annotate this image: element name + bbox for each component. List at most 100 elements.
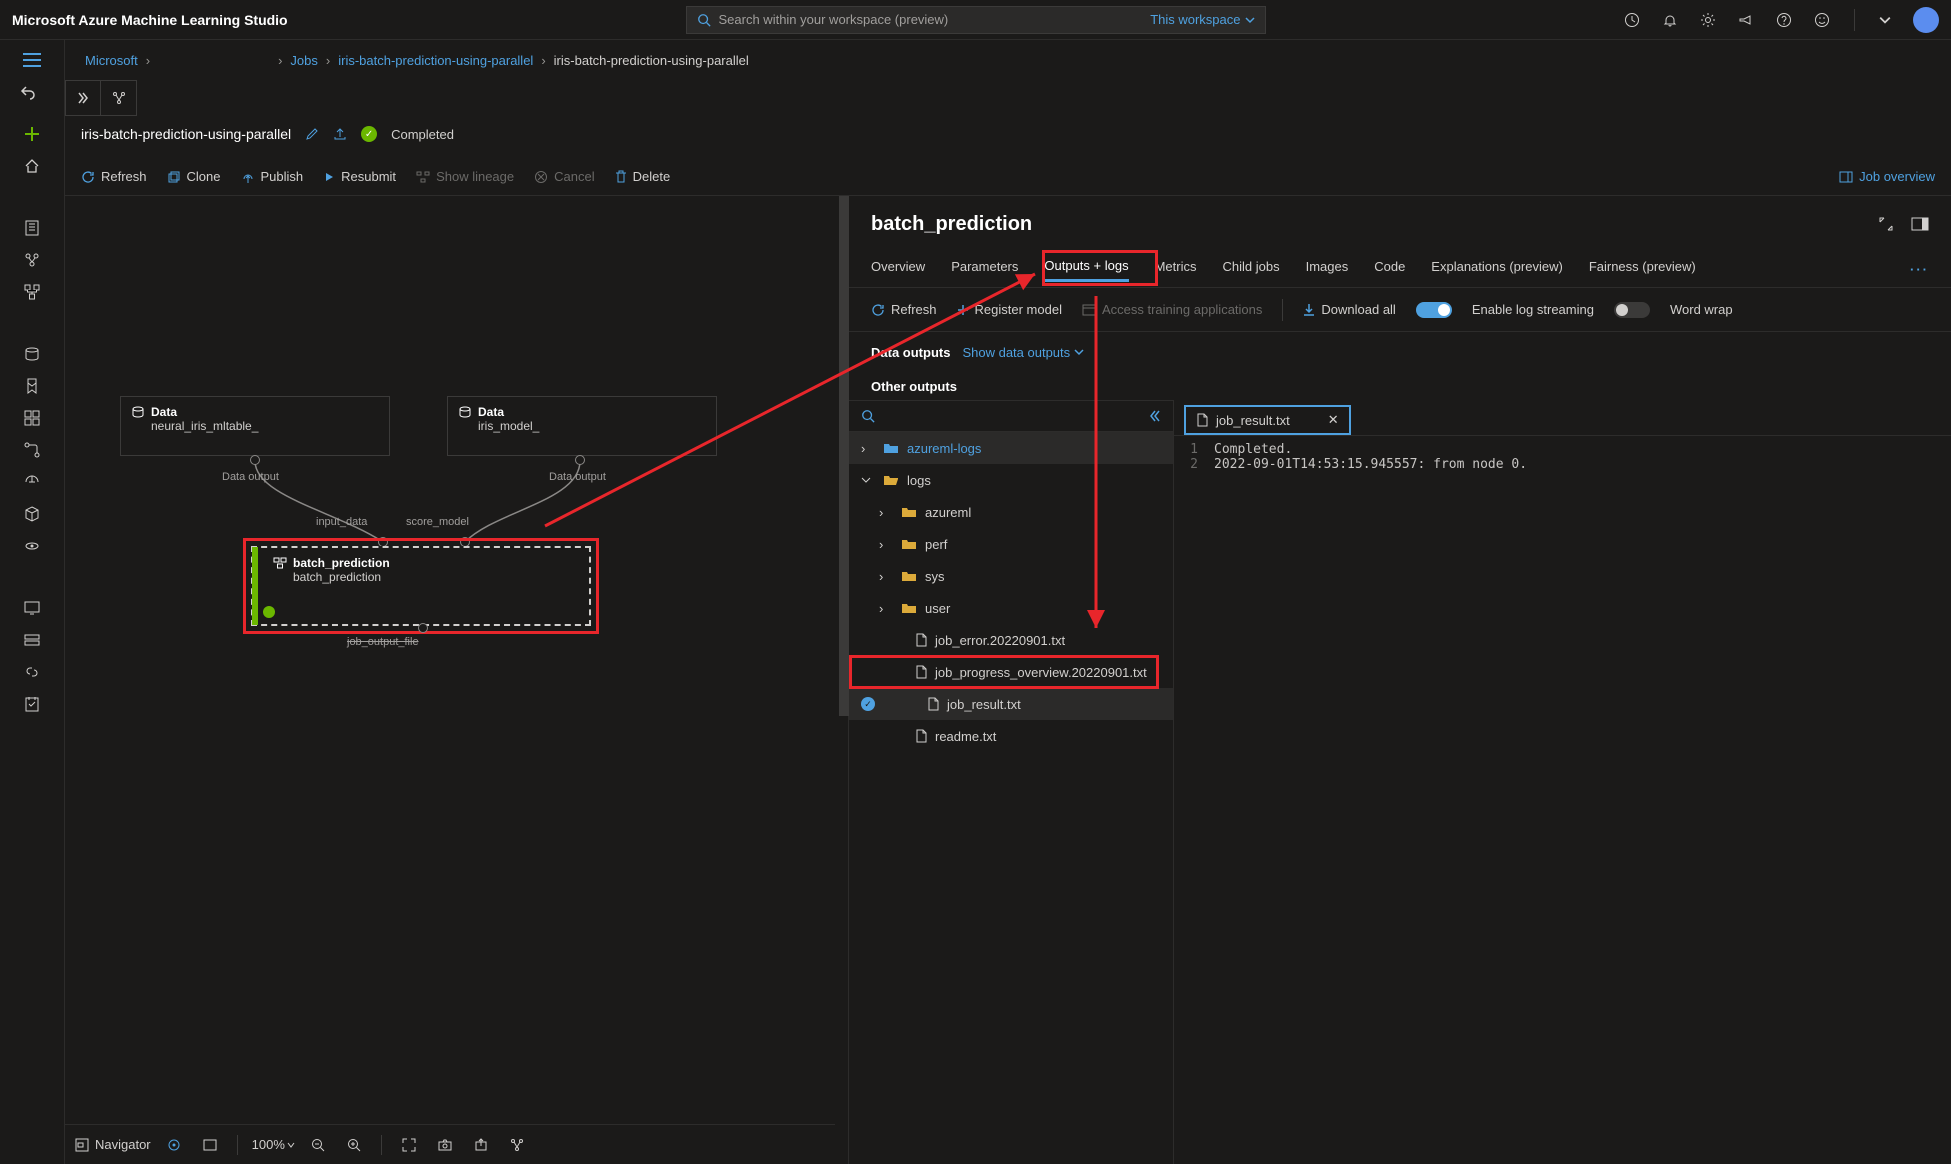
register-model-button[interactable]: Register model: [957, 302, 1062, 317]
compute-icon[interactable]: [0, 592, 65, 624]
tree-folder-azureml[interactable]: ›azureml: [849, 496, 1173, 528]
search-scope[interactable]: This workspace: [1150, 12, 1240, 27]
more-tabs-button[interactable]: ···: [1910, 262, 1929, 277]
folder-icon: [901, 506, 917, 518]
avatar[interactable]: [1913, 7, 1939, 33]
delete-button[interactable]: Delete: [615, 169, 671, 184]
job-header: iris-batch-prediction-using-parallel ✓ C…: [65, 116, 1951, 152]
publish-button[interactable]: Publish: [241, 169, 304, 184]
search-input[interactable]: Search within your workspace (preview) T…: [686, 6, 1266, 34]
automated-ml-icon[interactable]: [0, 244, 65, 276]
export-icon[interactable]: [468, 1132, 494, 1158]
node-subtitle: iris_model_: [478, 419, 706, 433]
chevron-down-icon[interactable]: [1879, 14, 1891, 26]
megaphone-icon[interactable]: [1738, 12, 1754, 28]
word-wrap-label: Word wrap: [1670, 302, 1733, 317]
models-icon[interactable]: [0, 498, 65, 530]
access-training-button[interactable]: Access training applications: [1082, 302, 1262, 317]
node-data-input[interactable]: Data neural_iris_mltable_: [120, 396, 390, 456]
expand-panel-button[interactable]: [65, 80, 101, 116]
output-port[interactable]: [418, 623, 428, 633]
environments-icon[interactable]: [0, 466, 65, 498]
actions-toolbar: Refresh Clone Publish Resubmit Show line…: [65, 158, 1951, 196]
output-port[interactable]: [250, 455, 260, 465]
datastores-icon[interactable]: [0, 624, 65, 656]
plus-icon[interactable]: [0, 118, 65, 150]
home-icon[interactable]: [0, 150, 65, 182]
undo-icon[interactable]: [0, 76, 65, 108]
zoom-in-icon[interactable]: [341, 1132, 367, 1158]
tree-folder-sys[interactable]: ›sys: [849, 560, 1173, 592]
pipeline-view-button[interactable]: [101, 80, 137, 116]
share-icon[interactable]: [333, 127, 347, 141]
crumb-root[interactable]: Microsoft: [85, 53, 138, 68]
hamburger-icon[interactable]: [0, 44, 65, 76]
tree-folder-user[interactable]: ›user: [849, 592, 1173, 624]
fit-screen-icon[interactable]: [197, 1132, 223, 1158]
file-tab[interactable]: job_result.txt ✕: [1184, 405, 1351, 435]
cancel-button[interactable]: Cancel: [534, 169, 594, 184]
enable-log-toggle[interactable]: [1416, 302, 1452, 318]
show-data-outputs-link[interactable]: Show data outputs: [962, 345, 1084, 360]
tab-fairness[interactable]: Fairness (preview): [1589, 259, 1696, 280]
tab-overview[interactable]: Overview: [871, 259, 925, 280]
word-wrap-toggle[interactable]: [1614, 302, 1650, 318]
tab-images[interactable]: Images: [1306, 259, 1349, 280]
refresh-button[interactable]: Refresh: [81, 169, 147, 184]
smile-icon[interactable]: [1814, 12, 1830, 28]
tree-file-readme[interactable]: readme.txt: [849, 720, 1173, 752]
clone-button[interactable]: Clone: [167, 169, 221, 184]
tab-parameters[interactable]: Parameters: [951, 259, 1018, 280]
clock-icon[interactable]: [1624, 12, 1640, 28]
tree-folder-logs[interactable]: logs: [849, 464, 1173, 496]
tab-metrics[interactable]: Metrics: [1155, 259, 1197, 280]
components-icon[interactable]: [0, 402, 65, 434]
target-icon[interactable]: [161, 1132, 187, 1158]
refresh-button[interactable]: Refresh: [871, 302, 937, 317]
resubmit-button[interactable]: Resubmit: [323, 169, 396, 184]
dock-icon[interactable]: [1911, 217, 1929, 231]
gear-icon[interactable]: [1700, 12, 1716, 28]
tab-explanations[interactable]: Explanations (preview): [1431, 259, 1563, 280]
zoom-level[interactable]: 100%: [252, 1137, 295, 1152]
output-port[interactable]: [575, 455, 585, 465]
endpoints-icon[interactable]: [0, 530, 65, 562]
download-icon: [1303, 303, 1315, 317]
jobs-icon[interactable]: [0, 370, 65, 402]
collapse-panel-icon[interactable]: [1147, 409, 1161, 423]
folder-open-icon: [883, 474, 899, 486]
designer-icon[interactable]: [0, 276, 65, 308]
job-overview-link[interactable]: Job overview: [1839, 169, 1935, 184]
tree-folder-azureml-logs[interactable]: ›azureml-logs: [849, 432, 1173, 464]
tree-file-job-error[interactable]: job_error.20220901.txt: [849, 624, 1173, 656]
labeling-icon[interactable]: [0, 688, 65, 720]
chevron-right-icon: ›: [861, 441, 875, 456]
data-icon[interactable]: [0, 338, 65, 370]
crumb-job-parent[interactable]: iris-batch-prediction-using-parallel: [338, 53, 533, 68]
tab-code[interactable]: Code: [1374, 259, 1405, 280]
pipelines-icon[interactable]: [0, 434, 65, 466]
search-icon[interactable]: [861, 409, 875, 423]
tree-file-job-result[interactable]: ✓job_result.txt: [849, 688, 1173, 720]
crumb-jobs[interactable]: Jobs: [290, 53, 317, 68]
screenshot-icon[interactable]: [432, 1132, 458, 1158]
close-icon[interactable]: ✕: [1328, 412, 1339, 428]
page-title: iris-batch-prediction-using-parallel: [81, 126, 291, 142]
edit-icon[interactable]: [305, 127, 319, 141]
help-icon[interactable]: [1776, 12, 1792, 28]
expand-icon[interactable]: [1879, 217, 1893, 231]
node-model-input[interactable]: Data iris_model_: [447, 396, 717, 456]
bell-icon[interactable]: [1662, 12, 1678, 28]
fullscreen-icon[interactable]: [396, 1132, 422, 1158]
notebook-icon[interactable]: [0, 212, 65, 244]
navigator-button[interactable]: Navigator: [75, 1137, 151, 1152]
show-lineage-button[interactable]: Show lineage: [416, 169, 514, 184]
tab-child-jobs[interactable]: Child jobs: [1222, 259, 1279, 280]
autolayout-icon[interactable]: [504, 1132, 530, 1158]
chevron-down-icon: [861, 475, 875, 485]
linked-icon[interactable]: [0, 656, 65, 688]
tree-folder-perf[interactable]: ›perf: [849, 528, 1173, 560]
pipeline-canvas[interactable]: Data neural_iris_mltable_ Data output Da…: [65, 196, 835, 1124]
download-all-button[interactable]: Download all: [1303, 302, 1395, 317]
zoom-out-icon[interactable]: [305, 1132, 331, 1158]
